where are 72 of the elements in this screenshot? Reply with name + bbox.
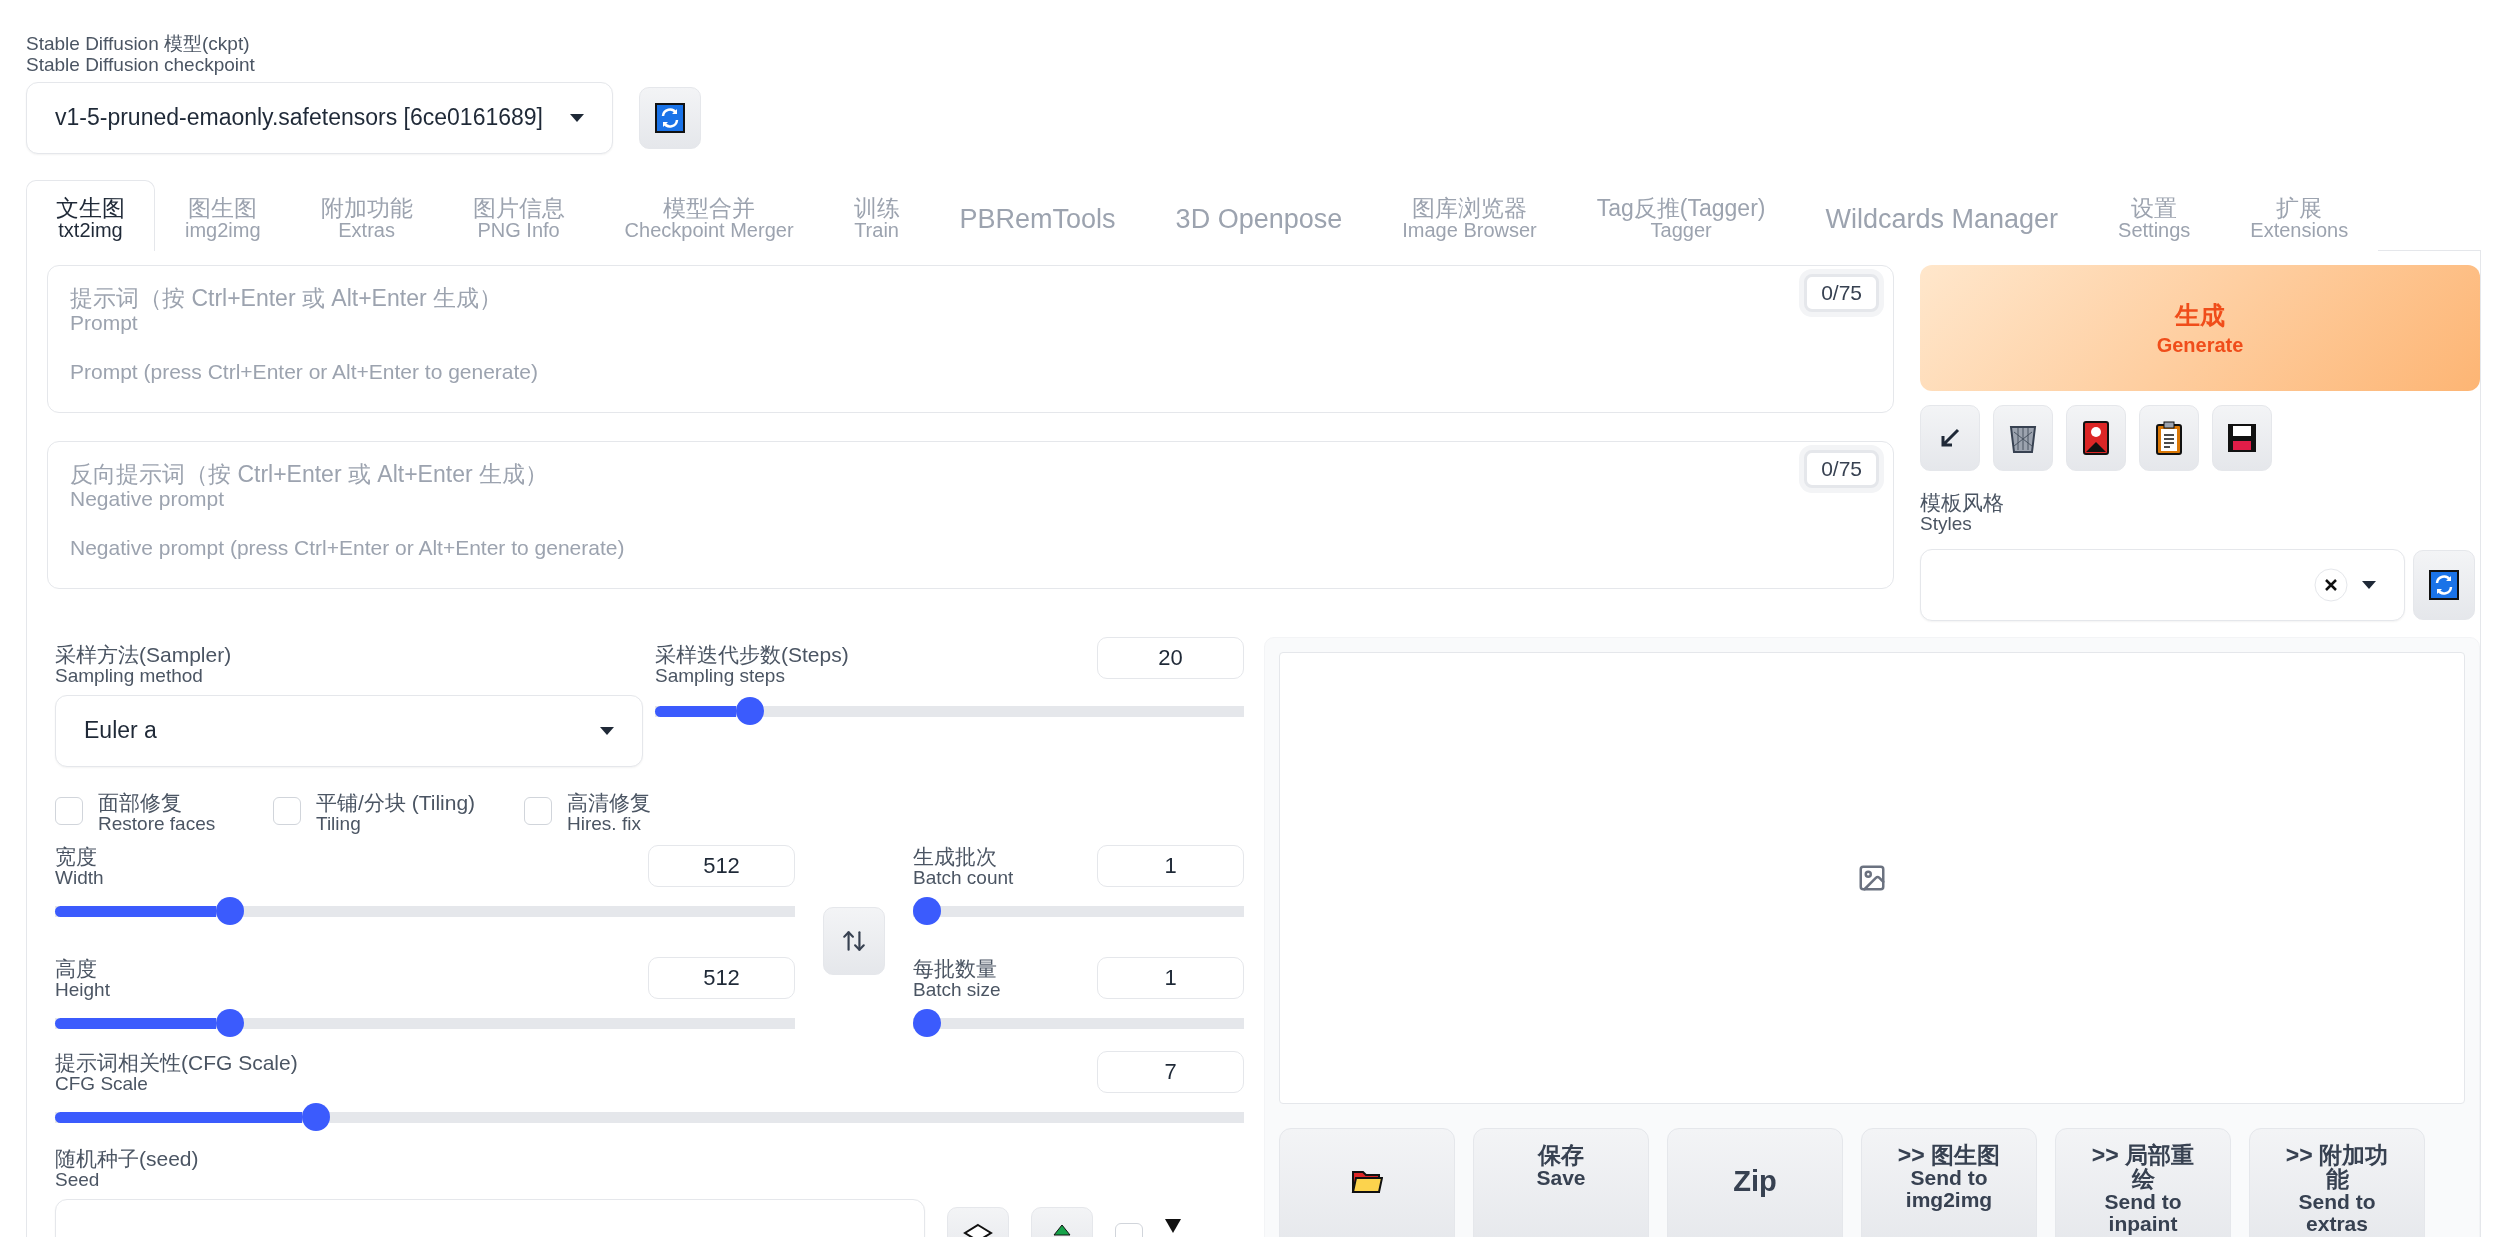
caret-icon: [570, 113, 584, 122]
clipboard-icon: [2156, 420, 2182, 455]
checkbox-sublabel: Tiling: [316, 813, 362, 835]
steps-label: 采样迭代步数(Steps): [655, 642, 849, 666]
number-field[interactable]: 20: [1097, 636, 1244, 679]
refresh-icon: [2429, 569, 2459, 600]
sampler-sublabel: Sampling method: [55, 665, 203, 687]
batch-label: 生成批次: [913, 844, 998, 868]
checkbox-label: 面部修复: [98, 790, 183, 814]
checkbox-label: 平铺/分块 (Tiling): [316, 790, 476, 814]
cfg-sublabel: CFG Scale: [55, 1073, 148, 1095]
number-field[interactable]: 1: [1097, 844, 1244, 887]
checkbox-label: 高清修复: [567, 790, 651, 814]
gallery-button[interactable]: >> 附加功能 Send to extras: [2249, 1127, 2425, 1237]
gallery-button[interactable]: 保存 Save: [1473, 1127, 1649, 1237]
caret-icon: [600, 726, 614, 735]
tab[interactable]: 文生图 txt2img: [26, 179, 155, 251]
gallery-button[interactable]: >> 局部重绘 Send to inpaint: [2055, 1127, 2231, 1237]
checkbox-sublabel: Restore faces: [98, 813, 216, 835]
slider-thumb[interactable]: [913, 1008, 941, 1037]
gallery-button[interactable]: >> 图生图 Send to img2img: [1861, 1127, 2037, 1237]
prompt-box[interactable]: 反向提示词（按 Ctrl+Enter 或 Alt+Enter 生成） Negative prompt Negative prompt (press Ctrl+Enter or Alt+Enter to generate) 0/75: [47, 440, 1894, 589]
batch-sublabel: Batch size: [913, 979, 1001, 1001]
clipboard-button[interactable]: [2139, 404, 2199, 471]
number-field[interactable]: 7: [1097, 1050, 1244, 1093]
styles-sublabel: Styles: [1920, 513, 1972, 535]
slider-thumb[interactable]: [913, 896, 941, 925]
slider-thumb[interactable]: [302, 1102, 331, 1131]
batch-label: 每批数量: [913, 956, 998, 980]
number-field[interactable]: 512: [648, 844, 795, 887]
caret-icon: [2362, 580, 2376, 589]
styles-label: 模板风格: [1920, 490, 2005, 514]
slider-thumb[interactable]: [215, 896, 244, 925]
dimension-label: 宽度: [55, 844, 98, 868]
checkbox[interactable]: [524, 796, 552, 825]
sampler-label: 采样方法(Sampler): [55, 642, 233, 666]
number-field[interactable]: 512: [648, 956, 795, 999]
checkpoint-label: Stable Diffusion 模型(ckpt): [26, 34, 251, 55]
dimension-label: 高度: [55, 956, 98, 980]
slider-thumb[interactable]: [736, 696, 765, 725]
clear-icon[interactable]: [2314, 567, 2348, 602]
sampler-dropdown[interactable]: Euler a: [55, 694, 643, 767]
steps-sublabel: Sampling steps: [655, 665, 785, 687]
gallery-button[interactable]: Zip: [1667, 1127, 1843, 1237]
prompt-box[interactable]: 提示词（按 Ctrl+Enter 或 Alt+Enter 生成） Prompt Prompt (press Ctrl+Enter or Alt+Enter to generate) 0/75: [47, 264, 1894, 413]
checkbox[interactable]: [55, 796, 83, 825]
prompt-sublabel: Prompt: [70, 311, 138, 335]
checkpoint-dropdown[interactable]: v1-5-pruned-emaonly.safetensors [6ce0161689]: [26, 81, 613, 154]
card-icon: [2083, 420, 2109, 455]
refresh-button[interactable]: [639, 86, 701, 149]
cfg-label: 提示词相关性(CFG Scale): [55, 1050, 298, 1074]
prompt-label: 反向提示词（按 Ctrl+Enter 或 Alt+Enter 生成）: [70, 461, 548, 488]
slider-thumb[interactable]: [215, 1008, 244, 1037]
triangle-icon: [1165, 1218, 1181, 1233]
seed-label: 随机种子(seed): [55, 1146, 200, 1170]
prompt-label: 提示词（按 Ctrl+Enter 或 Alt+Enter 生成）: [70, 285, 502, 312]
refresh-icon: [655, 102, 685, 133]
dimension-sublabel: Width: [55, 867, 104, 889]
refresh-button[interactable]: [2413, 549, 2475, 620]
number-field[interactable]: 1: [1097, 956, 1244, 999]
batch-sublabel: Batch count: [913, 867, 1014, 889]
floppy-disk-button[interactable]: [2212, 404, 2272, 471]
seed-sublabel: Seed: [55, 1169, 100, 1191]
arrow-button[interactable]: [1920, 404, 1980, 471]
dimension-sublabel: Height: [55, 979, 110, 1001]
checkbox[interactable]: [273, 796, 301, 825]
prompt-sublabel: Negative prompt: [70, 487, 225, 511]
swap-button[interactable]: [823, 906, 885, 975]
trash-button[interactable]: [1993, 404, 2053, 471]
checkpoint-sublabel: Stable Diffusion checkpoint: [26, 54, 256, 76]
checkbox-sublabel: Hires. fix: [567, 813, 641, 835]
card-button[interactable]: [2066, 404, 2126, 471]
